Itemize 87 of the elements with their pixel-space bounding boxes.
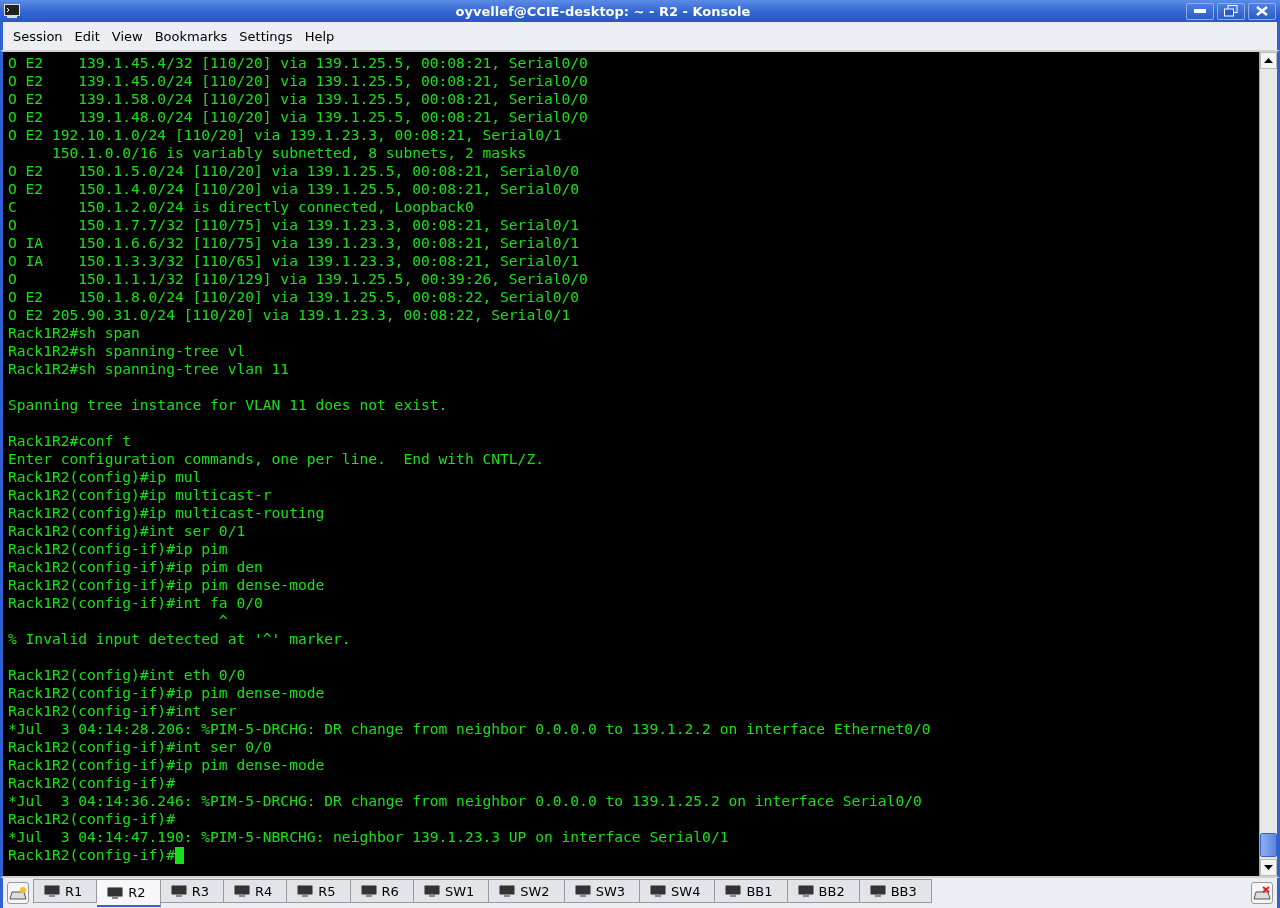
terminal-line: Rack1R2(config-if)#ip pim dense-mode [8,576,325,594]
terminal-line: Rack1R2(config)#int ser 0/1 [8,522,246,540]
monitor-icon [360,885,377,897]
session-tab[interactable]: R4 [223,879,288,903]
terminal-line: O E2 139.1.45.0/24 [110/20] via 139.1.25.5, 00:08:21, Serial0/0 [8,72,588,90]
close-session-icon [1253,886,1271,900]
monitor-icon [423,885,440,897]
terminal-line: Rack1R2(config-if)# [8,774,175,792]
new-session-button[interactable] [7,882,29,904]
monitor-icon [797,885,814,897]
terminal-line: Spanning tree instance for VLAN 11 does not exist. [8,396,448,414]
terminal-line: Rack1R2(config-if)#ip pim den [8,558,263,576]
terminal-line: 150.1.0.0/16 is variably subnetted, 8 subnets, 2 masks [50,144,527,162]
session-tab[interactable]: R1 [33,879,98,903]
close-button[interactable] [1248,2,1276,20]
terminal-line: Rack1R2#sh spanning-tree vlan 11 [8,360,290,378]
monitor-icon [107,886,124,899]
terminal-line: O E2 139.1.58.0/24 [110/20] via 139.1.25.5, 00:08:21, Serial0/0 [8,90,588,108]
terminal-line: O E2 150.1.5.0/24 [110/20] via 139.1.25.5, 00:08:21, Serial0/0 [8,162,580,180]
session-tab[interactable]: SW2 [489,879,565,903]
terminal-line: O E2 150.1.8.0/24 [110/20] via 139.1.25.5, 00:08:22, Serial0/0 [8,288,580,306]
monitor-icon [725,885,742,897]
terminal-line: Rack1R2#sh span [8,324,140,342]
terminal-line: O E2 192.10.1.0/24 [110/20] via 139.1.23.3, 00:08:21, Serial0/1 [8,126,562,144]
terminal-line: O 150.1.7.7/32 [110/75] via 139.1.23.3, 00:08:21, Serial0/1 [8,216,580,234]
session-tab[interactable]: BB3 [859,879,932,903]
terminal-line: O E2 150.1.4.0/24 [110/20] via 139.1.25.5, 00:08:21, Serial0/0 [8,180,580,198]
close-icon [1256,6,1268,16]
monitor-icon [170,885,187,897]
session-tab[interactable]: SW4 [640,879,716,903]
terminal-line: Rack1R2(config-if)#int ser 0/0 [8,738,272,756]
terminal-line: Rack1R2(config-if)# [8,810,175,828]
session-tab[interactable]: BB1 [715,879,788,903]
menu-item[interactable]: Session [7,28,69,44]
session-tab[interactable]: R2 [97,879,161,907]
terminal-line: O IA 150.1.6.6/32 [110/75] via 139.1.23.3, 00:08:21, Serial0/1 [8,234,580,252]
close-session-button[interactable] [1251,882,1273,904]
session-tab[interactable]: R3 [160,879,224,903]
menu-item[interactable]: Bookmarks [148,28,234,44]
terminal-line: Rack1R2(config-if)#int fa 0/0 [8,594,263,612]
terminal-icon[interactable] [4,4,20,18]
session-tab[interactable]: R5 [287,879,351,903]
minimize-icon [1194,9,1206,13]
terminal-line: *Jul 3 04:14:36.246: %PIM-5-DRCHG: DR change from neighbor 0.0.0.0 to 139.1.25.2 on interface Serial0/0 [8,792,922,810]
session-tab[interactable]: R6 [350,879,414,903]
monitor-icon [233,885,250,897]
terminal-line: Rack1R2(config-if)#ip pim [8,540,228,558]
terminal-line: *Jul 3 04:14:28.206: %PIM-5-DRCHG: DR change from neighbor 0.0.0.0 to 139.1.2.2 on interface Ethernet0/0 [8,720,931,738]
terminal-line: Rack1R2(config-if)# [8,846,175,864]
terminal-line: O E2 139.1.45.4/32 [110/20] via 139.1.25.5, 00:08:21, Serial0/0 [8,54,588,72]
window-title: oyvellef@CCIE-desktop: ~ - R2 - Konsole [454,3,752,19]
terminal-line: Rack1R2(config-if)#int ser [8,702,237,720]
terminal-line: Rack1R2#sh spanning-tree vl [8,342,246,360]
terminal-line: *Jul 3 04:14:47.190: %PIM-5-NBRCHG: neighbor 139.1.23.3 UP on interface Serial0/1 [8,828,729,846]
monitor-icon [869,885,886,897]
menu-item[interactable]: Edit [68,28,106,44]
terminal-line: O E2 205.90.31.0/24 [110/20] via 139.1.23.3, 00:08:22, Serial0/1 [8,306,571,324]
monitor-icon [44,885,60,897]
terminal-line: ^ [217,612,228,630]
terminal-line: Rack1R2#conf t [8,432,131,450]
restore-button[interactable] [1217,2,1245,20]
menu-item[interactable]: View [105,28,149,44]
terminal-line: O 150.1.1.1/32 [110/129] via 139.1.25.5, 00:39:26, Serial0/0 [8,270,588,288]
terminal-line: Rack1R2(config)#ip mul [8,468,202,486]
terminal-line: Rack1R2(config)#ip multicast-r [8,486,272,504]
minimize-button[interactable] [1186,2,1214,20]
monitor-icon [574,885,591,897]
monitor-icon [650,885,667,897]
terminal-line: Rack1R2(config-if)#ip pim dense-mode [8,684,325,702]
terminal-line: O IA 150.1.3.3/32 [110/65] via 139.1.23.3, 00:08:21, Serial0/1 [8,252,580,270]
terminal-line: O E2 139.1.48.0/24 [110/20] via 139.1.25.5, 00:08:21, Serial0/0 [8,108,588,126]
terminal-line: Rack1R2(config-if)#ip pim dense-mode [8,756,325,774]
terminal-line: Enter configuration commands, one per line. End with CNTL/Z. [8,450,544,468]
menu-item[interactable]: Settings [233,28,299,44]
scroll-thumb[interactable] [1260,833,1277,857]
monitor-icon [297,885,314,897]
new-session-icon [9,886,27,900]
terminal-line: Rack1R2(config)#ip multicast-routing [8,504,325,522]
menu-item[interactable]: Help [298,28,341,44]
session-tab[interactable]: SW3 [564,879,641,903]
terminal-line: C 150.1.2.0/24 is directly connected, Loopback0 [8,198,474,216]
session-tab[interactable]: BB2 [787,879,860,903]
terminal-line: % Invalid input detected at '^' marker. [8,630,351,648]
restore-icon [1224,5,1238,17]
monitor-icon [499,885,516,897]
terminal-line: Rack1R2(config)#int eth 0/0 [8,666,246,684]
session-tab[interactable]: SW1 [413,879,490,903]
